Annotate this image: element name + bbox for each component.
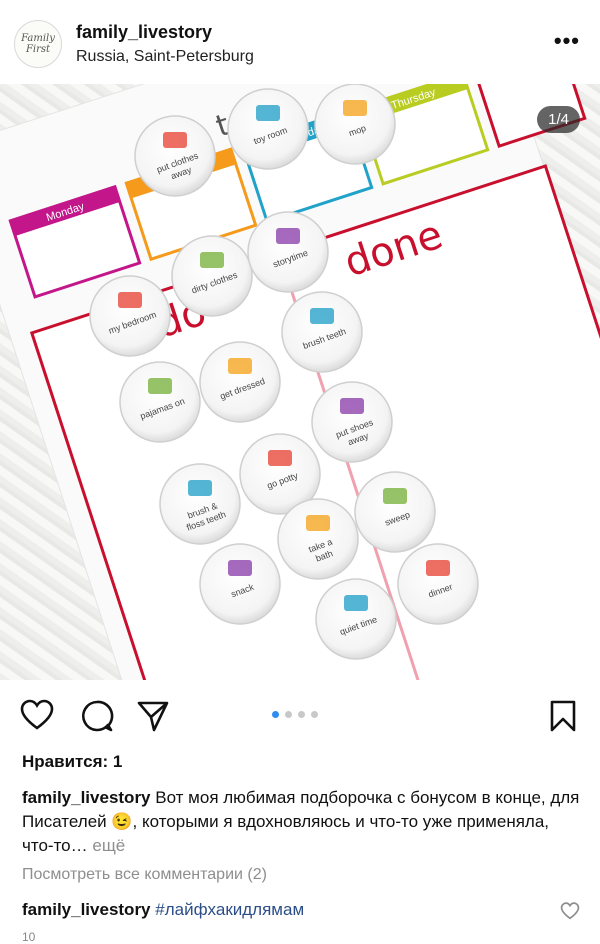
chore-magnet: put shoesaway: [311, 381, 393, 463]
caption-username[interactable]: family_livestory: [22, 788, 151, 807]
comment-username[interactable]: family_livestory: [22, 900, 151, 919]
heart-icon[interactable]: [20, 699, 54, 736]
magnet-picture-icon: [344, 595, 368, 611]
magnet-picture-icon: [343, 100, 367, 116]
chore-magnet: sweep: [354, 471, 436, 553]
magnet-disc: [311, 381, 393, 463]
comment-hashtag[interactable]: #лайфхакидлямам: [155, 900, 304, 919]
magnet-picture-icon: [340, 398, 364, 414]
magnet-disc: [314, 84, 396, 165]
avatar[interactable]: Family First: [14, 20, 62, 68]
bookmark-icon[interactable]: [548, 699, 578, 738]
magnet-picture-icon: [228, 358, 252, 374]
avatar-text-line1: Family: [21, 33, 55, 44]
chore-magnet: toy room: [227, 88, 309, 170]
caption-more-link[interactable]: ещё: [92, 836, 125, 855]
magnet-disc: [315, 578, 397, 660]
magnet-picture-icon: [148, 378, 172, 394]
chore-chart-image: Monday Tuesday Wednesday Thursday t am t…: [0, 84, 600, 680]
magnet-picture-icon: [310, 308, 334, 324]
chore-magnet: take abath: [277, 498, 359, 580]
magnet-picture-icon: [228, 560, 252, 576]
magnet-disc: [119, 361, 201, 443]
magnet-disc: [227, 88, 309, 170]
chore-magnet: brush &floss teeth: [159, 463, 241, 545]
carousel-dot: [285, 711, 292, 718]
chore-magnet: brush teeth: [281, 291, 363, 373]
post-location[interactable]: Russia, Saint-Petersburg: [76, 48, 254, 66]
action-bar: [0, 695, 600, 739]
post-photo[interactable]: Monday Tuesday Wednesday Thursday t am t…: [0, 84, 600, 680]
comment-like-heart-icon[interactable]: [560, 902, 580, 925]
chore-magnet: put clothesaway: [134, 115, 216, 197]
comment-icon[interactable]: [80, 699, 114, 738]
more-options-icon[interactable]: •••: [554, 28, 580, 54]
magnet-picture-icon: [200, 252, 224, 268]
magnet-disc: [397, 543, 479, 625]
post-header: Family First family_livestory Russia, Sa…: [0, 0, 600, 84]
post-caption: family_livestory Вот моя любимая подборо…: [22, 786, 582, 858]
chore-magnet: dinner: [397, 543, 479, 625]
carousel-dot: [298, 711, 305, 718]
carousel-dots: [272, 711, 318, 718]
chore-magnet: my bedroom: [89, 275, 171, 357]
magnet-picture-icon: [276, 228, 300, 244]
chore-magnet: snack: [199, 543, 281, 625]
magnet-disc: [199, 543, 281, 625]
magnet-picture-icon: [118, 292, 142, 308]
chore-magnet: dirty clothes: [171, 235, 253, 317]
magnet-picture-icon: [163, 132, 187, 148]
magnet-picture-icon: [268, 450, 292, 466]
magnet-picture-icon: [383, 488, 407, 504]
magnet-picture-icon: [426, 560, 450, 576]
image-counter-badge: 1/4: [537, 106, 580, 133]
likes-count[interactable]: Нравится: 1: [22, 752, 122, 772]
carousel-dot: [311, 711, 318, 718]
magnet-disc: [171, 235, 253, 317]
magnet-picture-icon: [306, 515, 330, 531]
chore-magnet: quiet time: [315, 578, 397, 660]
magnet-disc: [277, 498, 359, 580]
magnet-disc: [199, 341, 281, 423]
chore-magnet: pajamas on: [119, 361, 201, 443]
comment-row: family_livestory #лайфхакидлямам: [22, 900, 304, 920]
view-all-comments-link[interactable]: Посмотреть все комментарии (2): [22, 866, 267, 884]
magnet-disc: [159, 463, 241, 545]
carousel-dot-active: [272, 711, 279, 718]
magnet-disc: [134, 115, 216, 197]
magnet-disc: [354, 471, 436, 553]
magnet-disc: [247, 211, 329, 293]
post-username[interactable]: family_livestory: [76, 22, 212, 43]
avatar-text-line2: First: [25, 44, 51, 55]
chore-magnet: storytime: [247, 211, 329, 293]
magnet-disc: [281, 291, 363, 373]
chore-magnet: get dressed: [199, 341, 281, 423]
chore-magnet: mop: [314, 84, 396, 165]
magnet-disc: [89, 275, 171, 357]
truncated-line: 10: [22, 930, 36, 944]
magnet-picture-icon: [188, 480, 212, 496]
share-icon[interactable]: [136, 699, 170, 738]
magnet-picture-icon: [256, 105, 280, 121]
